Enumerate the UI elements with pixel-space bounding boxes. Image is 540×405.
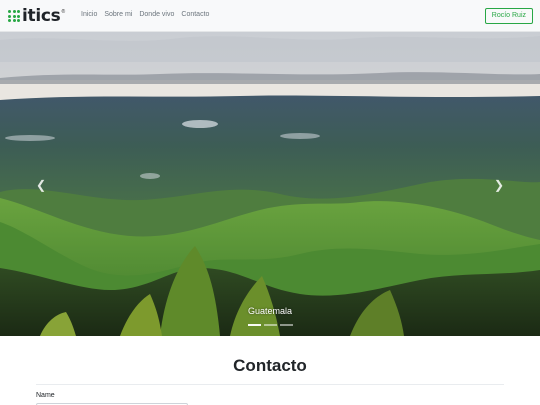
carousel-indicator-1[interactable] bbox=[247, 324, 261, 326]
top-navbar: itics ® Inicio Sobre mi Donde vivo Conta… bbox=[0, 0, 540, 32]
brand-trademark: ® bbox=[61, 9, 66, 15]
chevron-right-icon: ❯ bbox=[493, 178, 505, 192]
carousel-indicator-2[interactable] bbox=[263, 324, 277, 326]
carousel-indicators bbox=[0, 324, 540, 326]
user-button[interactable]: Rocío Ruiz bbox=[484, 8, 533, 24]
nav-link-sobre-mi[interactable]: Sobre mi bbox=[104, 11, 132, 18]
carousel-prev-button[interactable]: ❮ bbox=[26, 170, 56, 200]
carousel-next-button[interactable]: ❯ bbox=[484, 170, 514, 200]
nav-link-inicio[interactable]: Inicio bbox=[81, 11, 97, 18]
contact-heading: Contacto bbox=[233, 356, 307, 375]
brand-logo[interactable]: itics ® bbox=[8, 6, 65, 26]
carousel-indicator-3[interactable] bbox=[279, 324, 293, 326]
brand-name: itics bbox=[22, 6, 61, 26]
carousel-caption: Guatemala bbox=[247, 306, 293, 316]
nav-link-contacto[interactable]: Contacto bbox=[181, 11, 209, 18]
main-nav: Inicio Sobre mi Donde vivo Contacto bbox=[81, 11, 216, 18]
hero-carousel: ❮ ❯ Guatemala bbox=[0, 32, 540, 336]
section-divider bbox=[36, 384, 504, 385]
name-field-label: Name bbox=[36, 392, 55, 399]
brand-dots-icon bbox=[8, 10, 20, 22]
nav-link-donde-vivo[interactable]: Donde vivo bbox=[139, 11, 174, 18]
carousel-slide-image bbox=[0, 32, 540, 336]
chevron-left-icon: ❮ bbox=[35, 178, 47, 192]
